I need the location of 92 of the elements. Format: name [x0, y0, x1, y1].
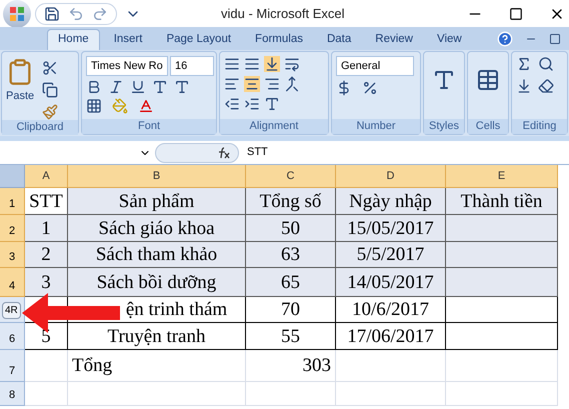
row-header[interactable]: 4 [0, 268, 25, 297]
table-cell: Sách tham khảo [68, 242, 246, 268]
table-cell [25, 350, 68, 382]
merge-icon[interactable] [284, 76, 300, 92]
top-align-icon[interactable] [224, 56, 240, 72]
table-cell: Tổng [68, 350, 246, 382]
table-cell: 14/05/2017 [336, 268, 446, 297]
align-left-icon[interactable] [224, 76, 240, 92]
ribbon-tab[interactable]: Formulas [245, 29, 313, 50]
fill-icon[interactable] [516, 78, 532, 94]
clear-icon[interactable] [538, 78, 554, 94]
fill-color-icon[interactable] [112, 98, 128, 114]
column-header[interactable]: D [336, 165, 446, 188]
table-cell: Thành tiền [446, 188, 558, 215]
middle-align-icon[interactable] [244, 56, 260, 72]
table-cell: 303 [246, 350, 336, 382]
font-size-field[interactable]: 16 [170, 56, 214, 76]
row-header[interactable]: 1 [0, 188, 25, 215]
help-icon[interactable] [497, 30, 513, 46]
table-cell: Truyện tranh [68, 323, 246, 350]
table-cell: 10/6/2017 [336, 297, 446, 323]
format-painter-icon[interactable] [42, 104, 58, 120]
row-tag[interactable]: 4R [2, 302, 21, 319]
ribbon-tab[interactable]: Page Layout [156, 29, 242, 50]
align-right-icon[interactable] [264, 76, 280, 92]
align-center-icon[interactable] [244, 76, 260, 92]
borders-icon[interactable] [86, 98, 102, 114]
restore-icon[interactable] [549, 32, 561, 44]
table-cell: 55 [246, 323, 336, 350]
window-title: vidu - Microsoft Excel [221, 4, 345, 23]
maximize-icon[interactable] [509, 6, 523, 20]
column-header[interactable]: C [246, 165, 336, 188]
group-label: Cells [468, 119, 508, 134]
column-header[interactable]: B [68, 165, 246, 188]
styles-icon[interactable] [432, 68, 456, 92]
column-header[interactable]: E [446, 165, 558, 188]
group-label: Editing [512, 119, 567, 134]
ribbon-tab[interactable]: Insert [104, 29, 152, 50]
row-header[interactable]: 3 [0, 242, 25, 268]
cells-icon[interactable] [476, 68, 500, 92]
row-header[interactable]: 6 [0, 323, 25, 350]
table-cell: 63 [246, 242, 336, 268]
row-header[interactable]: 8 [0, 382, 25, 406]
decrease-indent-icon[interactable] [224, 96, 240, 112]
office-button[interactable] [3, 0, 31, 28]
row-header[interactable]: 7 [0, 350, 25, 382]
table-cell: 50 [246, 215, 336, 242]
table-cell: 5/5/2017 [336, 242, 446, 268]
ribbon-tab[interactable]: View [427, 29, 472, 50]
save-icon[interactable] [44, 6, 60, 22]
table-cell: 70 [246, 297, 336, 323]
find-icon[interactable] [538, 56, 554, 72]
ribbon-tab[interactable]: Review [365, 29, 423, 50]
table-cell: 3 [25, 268, 68, 297]
table-cell: Tổng số [246, 188, 336, 215]
group-label: Styles [424, 119, 464, 134]
function-icon[interactable] [216, 146, 230, 158]
copy-icon[interactable] [42, 82, 58, 98]
table-cell: 2 [25, 242, 68, 268]
group-label: Font [82, 119, 216, 134]
table-cell: 1 [25, 215, 68, 242]
formula-input[interactable]: STT [247, 144, 268, 161]
italic-icon[interactable] [108, 79, 124, 95]
redo-icon[interactable] [92, 6, 108, 22]
table-cell: 65 [246, 268, 336, 297]
wrap-text-icon[interactable] [284, 56, 300, 72]
column-header[interactable]: A [25, 165, 68, 188]
table-cell: 15/05/2017 [336, 215, 446, 242]
office-logo-icon [9, 6, 25, 22]
group-label: Alignment [220, 119, 328, 134]
table-cell: Sách bồi dưỡng [68, 268, 246, 297]
group-label: Clipboard [2, 120, 78, 135]
table-cell: Sản phẩm [68, 188, 246, 215]
table-cell: 17/06/2017 [336, 323, 446, 350]
undo-icon[interactable] [68, 6, 84, 22]
bottom-align-icon[interactable] [264, 56, 280, 72]
increase-indent-icon[interactable] [244, 96, 260, 112]
row-header[interactable]: 2 [0, 215, 25, 242]
ribbon-tab[interactable]: Home [47, 29, 100, 50]
font-name-field[interactable]: Times New Ro [86, 56, 168, 76]
table-cell: Ngày nhập [336, 188, 446, 215]
paste-button[interactable]: Paste [6, 88, 34, 104]
number-format-field[interactable]: General [336, 56, 414, 76]
group-label: Number [332, 119, 420, 134]
cut-icon[interactable] [42, 60, 58, 76]
table-cell: STT [25, 188, 68, 215]
table-cell [25, 382, 68, 406]
percent-icon[interactable] [362, 80, 378, 96]
table-cell: Sách giáo khoa [68, 215, 246, 242]
font-color-icon[interactable] [138, 98, 154, 114]
ribbon-tab[interactable]: Data [316, 29, 362, 50]
underline-icon[interactable] [130, 79, 146, 95]
